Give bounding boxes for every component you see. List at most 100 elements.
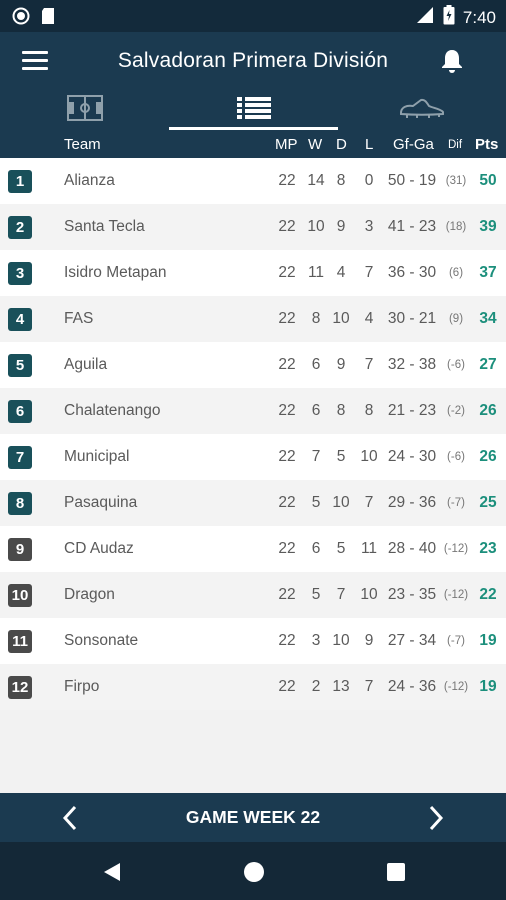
status-bar: 7:40 <box>0 0 506 32</box>
matches-played: 22 <box>278 448 296 465</box>
recent-apps-icon[interactable] <box>385 861 407 883</box>
losses: 11 <box>360 540 378 557</box>
draws: 8 <box>336 172 346 189</box>
points: 27 <box>479 356 497 373</box>
matches-played: 22 <box>278 540 296 557</box>
goals-for-against: 21 - 23 <box>387 402 437 419</box>
goals-for-against: 27 - 34 <box>387 632 437 649</box>
team-name: Chalatenango <box>64 402 161 419</box>
tab-bar <box>0 90 506 130</box>
table-row[interactable]: 12 Firpo 22 2 13 7 24 - 36 (-12) 19 <box>0 664 506 710</box>
game-week-bar: GAME WEEK 22 <box>0 793 506 842</box>
table-row[interactable]: 9 CD Audaz 22 6 5 11 28 - 40 (-12) 23 <box>0 526 506 572</box>
table-row[interactable]: 3 Isidro Metapan 22 11 4 7 36 - 30 (6) 37 <box>0 250 506 296</box>
table-row[interactable]: 4 FAS 22 8 10 4 30 - 21 (9) 34 <box>0 296 506 342</box>
header-team: Team <box>64 136 101 153</box>
wins: 6 <box>311 540 321 557</box>
back-icon[interactable] <box>100 860 124 884</box>
rank-badge: 3 <box>8 262 32 285</box>
home-icon[interactable] <box>242 860 266 884</box>
goals-for-against: 23 - 35 <box>387 586 437 603</box>
table-row[interactable]: 6 Chalatenango 22 6 8 8 21 - 23 (-2) 26 <box>0 388 506 434</box>
team-name: Aguila <box>64 356 108 373</box>
losses: 10 <box>360 586 378 603</box>
wins: 8 <box>311 310 321 327</box>
losses: 8 <box>364 402 374 419</box>
losses: 7 <box>364 356 374 373</box>
team-name: Alianza <box>64 172 115 189</box>
table-header: Team MP W D L Gf-Ga Dif Pts <box>0 130 506 158</box>
table-row[interactable]: 10 Dragon 22 5 7 10 23 - 35 (-12) 22 <box>0 572 506 618</box>
header-mp: MP <box>275 136 298 153</box>
sync-icon <box>12 7 30 30</box>
table-row[interactable]: 11 Sonsonate 22 3 10 9 27 - 34 (-7) 19 <box>0 618 506 664</box>
battery-icon <box>443 5 455 30</box>
wins: 7 <box>311 448 321 465</box>
app-bar: Salvadoran Primera División <box>0 32 506 90</box>
table-row[interactable]: 1 Alianza 22 14 8 0 50 - 19 (31) 50 <box>0 158 506 204</box>
draws: 13 <box>332 678 350 695</box>
wins: 5 <box>311 586 321 603</box>
draws: 9 <box>336 218 346 235</box>
tab-fixtures[interactable] <box>0 90 169 130</box>
header-w: W <box>308 136 323 153</box>
table-row[interactable]: 2 Santa Tecla 22 10 9 3 41 - 23 (18) 39 <box>0 204 506 250</box>
wins: 10 <box>307 218 325 235</box>
losses: 9 <box>364 632 374 649</box>
goals-for-against: 30 - 21 <box>387 310 437 327</box>
points: 22 <box>479 586 497 603</box>
draws: 10 <box>332 632 350 649</box>
rank-badge: 9 <box>8 538 32 561</box>
table-row[interactable]: 7 Municipal 22 7 5 10 24 - 30 (-6) 26 <box>0 434 506 480</box>
goal-difference: (-6) <box>447 451 465 463</box>
notification-bell-icon[interactable] <box>437 46 467 76</box>
matches-played: 22 <box>278 356 296 373</box>
goals-for-against: 29 - 36 <box>387 494 437 511</box>
team-name: Dragon <box>64 586 115 603</box>
team-name: CD Audaz <box>64 540 134 557</box>
header-d: D <box>336 136 347 153</box>
matches-played: 22 <box>278 678 296 695</box>
goals-for-against: 32 - 38 <box>387 356 437 373</box>
matches-played: 22 <box>278 218 296 235</box>
points: 26 <box>479 448 497 465</box>
goal-difference: (-7) <box>447 635 465 647</box>
goals-for-against: 36 - 30 <box>387 264 437 281</box>
clock: 7:40 <box>462 7 496 27</box>
rank-badge: 6 <box>8 400 32 423</box>
pitch-icon <box>66 94 103 126</box>
wins: 14 <box>307 172 325 189</box>
matches-played: 22 <box>278 494 296 511</box>
draws: 7 <box>336 586 346 603</box>
header-pts: Pts <box>475 136 499 153</box>
header-l: L <box>365 136 374 153</box>
team-name: Isidro Metapan <box>64 264 167 281</box>
tab-standings[interactable] <box>169 90 338 130</box>
team-name: Santa Tecla <box>64 218 145 235</box>
goal-difference: (18) <box>445 221 467 233</box>
goal-difference: (31) <box>445 175 467 187</box>
table-row[interactable]: 5 Aguila 22 6 9 7 32 - 38 (-6) 27 <box>0 342 506 388</box>
losses: 7 <box>364 678 374 695</box>
draws: 10 <box>332 494 350 511</box>
goal-difference: (-12) <box>443 681 469 693</box>
next-week-button[interactable] <box>424 803 448 833</box>
goals-for-against: 24 - 36 <box>387 678 437 695</box>
points: 25 <box>479 494 497 511</box>
goal-difference: (9) <box>448 313 464 325</box>
losses: 7 <box>364 494 374 511</box>
tab-scorers[interactable] <box>338 90 506 130</box>
points: 19 <box>479 632 497 649</box>
draws: 5 <box>336 540 346 557</box>
points: 19 <box>479 678 497 695</box>
table-row[interactable]: 8 Pasaquina 22 5 10 7 29 - 36 (-7) 25 <box>0 480 506 526</box>
chevron-right-icon <box>429 805 444 831</box>
goals-for-against: 28 - 40 <box>387 540 437 557</box>
points: 26 <box>479 402 497 419</box>
points: 34 <box>479 310 497 327</box>
matches-played: 22 <box>278 264 296 281</box>
team-name: FAS <box>64 310 94 327</box>
goal-difference: (6) <box>448 267 464 279</box>
list-icon <box>236 95 272 126</box>
rank-badge: 7 <box>8 446 32 469</box>
